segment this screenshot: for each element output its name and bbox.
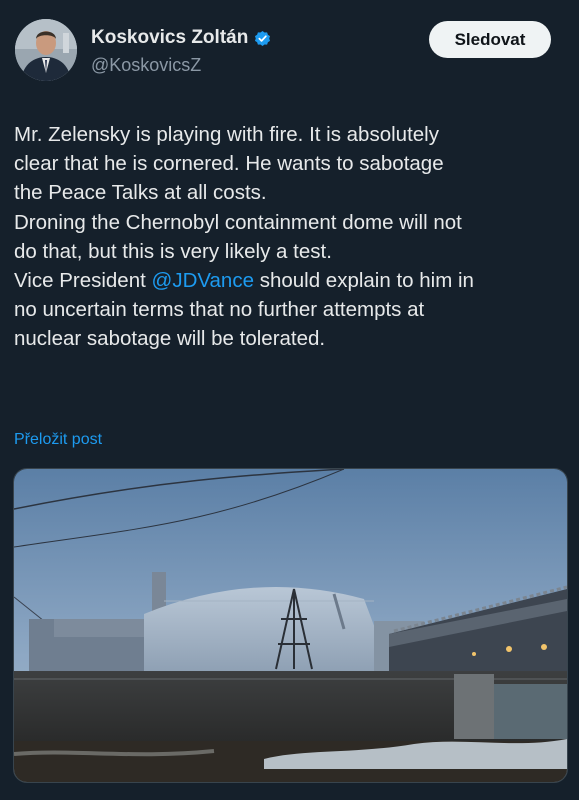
tweet-line: the Peace Talks at all costs. [14,181,267,205]
tweet-media-image[interactable] [13,468,568,783]
author-handle[interactable]: @KoskovicsZ [91,55,201,76]
chernobyl-containment-photo [14,469,567,782]
translate-link[interactable]: Přeložit post [14,431,102,449]
author-name[interactable]: Koskovics Zoltán [91,27,248,49]
tweet-line: Droning the Chernobyl containment dome w… [14,210,462,234]
tweet-line: no uncertain terms that no further attem… [14,298,425,322]
tweet-text-segment: should explain to him in [254,269,474,293]
author-name-row[interactable]: Koskovics Zoltán [91,27,272,49]
tweet-line: nuclear sabotage will be tolerated. [14,327,326,351]
tweet-line: Mr. Zelensky is playing with fire. It is… [14,123,439,146]
mention-link[interactable]: @JDVance [152,269,254,292]
tweet-text: Mr. Zelensky is playing with fire. It is… [14,120,570,354]
follow-button[interactable]: Sledovat [429,21,551,58]
author-avatar[interactable] [15,19,77,81]
tweet-line: do that, but this is very likely a test. [14,239,332,263]
tweet-text-segment: Vice President [14,269,152,293]
avatar-photo [15,19,77,81]
tweet-line: clear that he is cornered. He wants to s… [14,152,444,176]
tweet-line-with-mention: Vice President @JDVance should explain t… [14,266,570,295]
verified-badge-icon [253,29,272,48]
